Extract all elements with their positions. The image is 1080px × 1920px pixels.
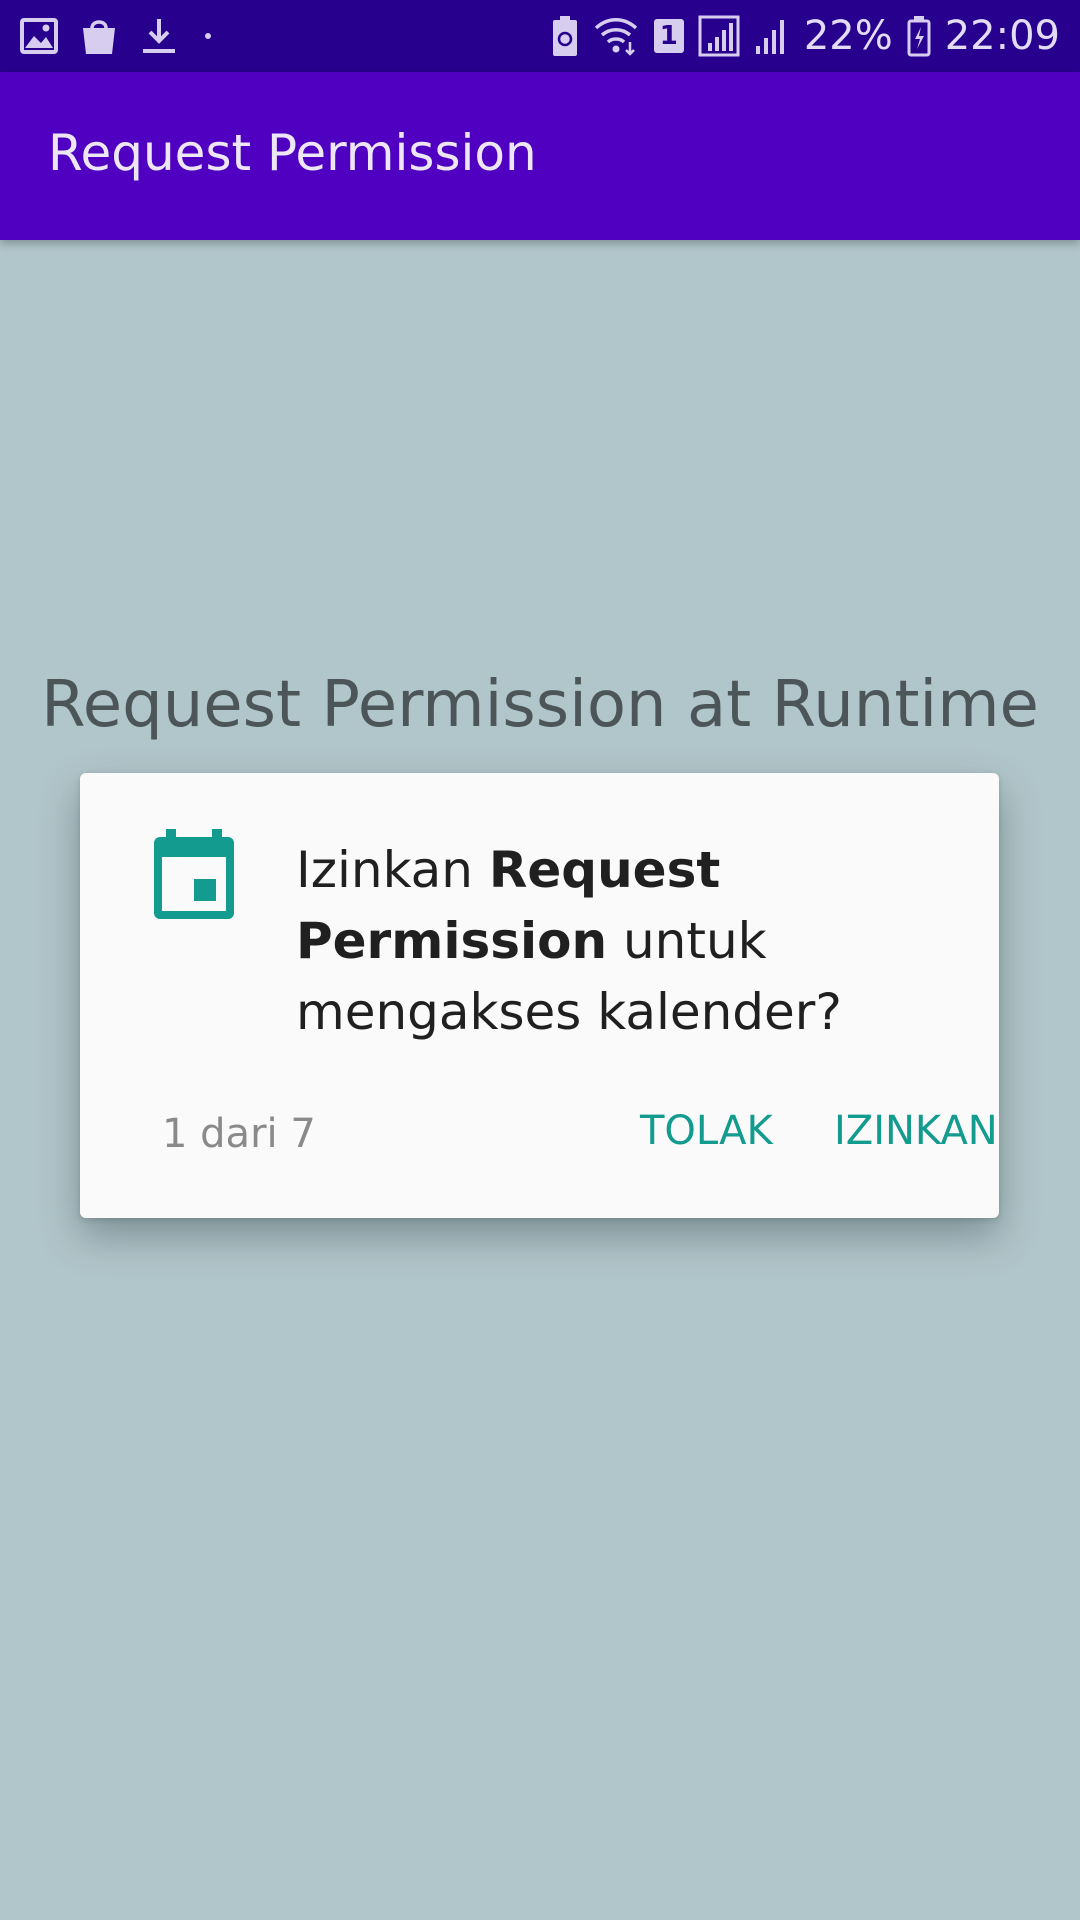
shopping-bag-icon: [80, 16, 118, 56]
app-title: Request Permission: [48, 124, 537, 182]
permission-dialog: Izinkan Request Permission untuk mengaks…: [80, 773, 999, 1218]
permission-counter: 1 dari 7: [162, 1111, 316, 1157]
message-prefix: Izinkan: [296, 841, 489, 899]
screen: 1 22% 22:09 Request Permission Request P…: [0, 0, 1080, 1920]
status-time: 22:09: [944, 13, 1060, 59]
calendar-icon: [152, 829, 236, 921]
status-bar: 1 22% 22:09: [0, 0, 1080, 72]
signal-strength-icon: [698, 15, 740, 57]
system-icons: 1 22% 22:09: [552, 10, 1060, 62]
battery-icon: [907, 15, 931, 57]
signal-secondary-icon: [754, 16, 790, 56]
battery-saver-icon: [552, 15, 578, 57]
image-icon: [20, 18, 58, 54]
main-heading: Request Permission at Runtime: [41, 668, 1039, 742]
allow-button[interactable]: IZINKAN: [818, 1099, 1014, 1163]
deny-button[interactable]: TOLAK: [624, 1099, 789, 1163]
wifi-icon: [592, 16, 640, 56]
sim-number: 1: [659, 21, 678, 51]
sim-badge: 1: [653, 19, 684, 53]
notification-icons: [20, 14, 216, 58]
battery-percent: 22%: [803, 13, 893, 59]
app-bar: Request Permission: [0, 72, 1080, 240]
dot-icon: [200, 28, 216, 44]
dialog-message: Izinkan Request Permission untuk mengaks…: [296, 835, 936, 1048]
download-icon: [140, 16, 178, 56]
